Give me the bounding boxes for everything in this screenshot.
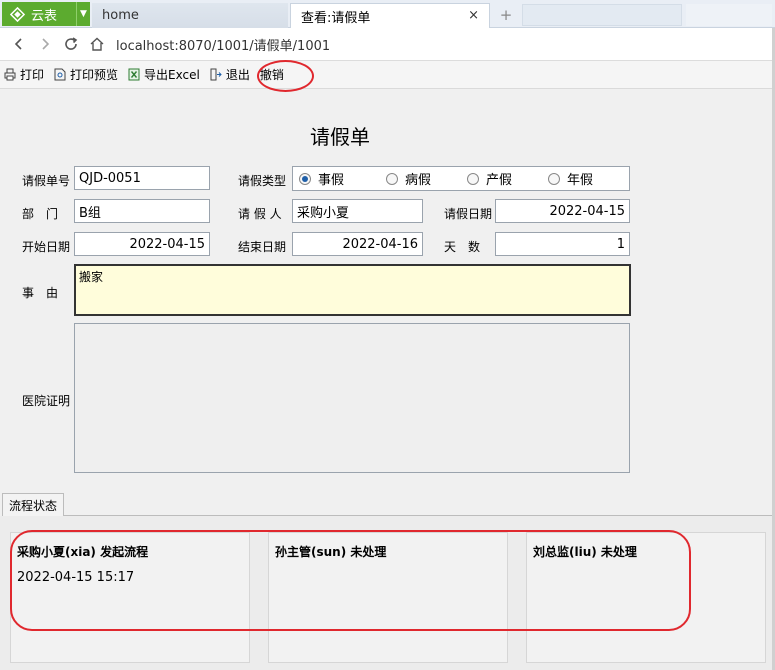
tab-label: home	[102, 8, 139, 23]
toolbar-label: 导出Excel	[144, 68, 200, 82]
print-preview-button[interactable]: 打印预览	[54, 66, 118, 83]
hospital-cert-image-box[interactable]	[74, 323, 630, 473]
refresh-icon	[65, 37, 78, 50]
number-field[interactable]: QJD-0051	[74, 166, 210, 190]
back-button[interactable]	[6, 31, 32, 57]
print-icon	[4, 68, 16, 81]
person-field[interactable]: 采购小夏	[292, 199, 423, 223]
back-arrow-icon	[14, 38, 22, 50]
logo-label: 云表	[31, 8, 58, 24]
end-date-field[interactable]: 2022-04-16	[292, 232, 423, 256]
radio-maternity-leave[interactable]: 产假	[467, 169, 542, 188]
address-bar: localhost:8070/1001/请假单/1001	[0, 28, 775, 61]
radio-unchecked-icon	[386, 172, 398, 185]
label-end: 结束日期	[238, 240, 287, 254]
start-date-field[interactable]: 2022-04-15	[74, 232, 210, 256]
tab-strip-end	[686, 4, 772, 26]
home-icon	[90, 37, 104, 51]
radio-checked-icon	[299, 172, 311, 185]
export-excel-button[interactable]: 导出Excel	[128, 66, 200, 83]
radio-annual-leave[interactable]: 年假	[548, 169, 623, 188]
radio-label: 病假	[405, 173, 432, 188]
close-icon[interactable]: ×	[468, 8, 479, 23]
dept-field[interactable]: B组	[74, 199, 210, 223]
label-days: 天 数	[444, 240, 481, 254]
print-button[interactable]: 打印	[4, 66, 44, 83]
radio-sick-leave[interactable]: 病假	[386, 169, 461, 188]
browser-tab-strip: 云表 ▼ home 查看:请假单 × +	[0, 0, 775, 28]
label-dept: 部 门	[22, 207, 59, 221]
tab-home[interactable]: home	[92, 3, 288, 28]
label-reason: 事 由	[22, 286, 59, 300]
label-type: 请假类型	[238, 174, 287, 188]
exit-icon	[210, 68, 222, 81]
plus-icon: +	[499, 6, 513, 24]
label-person: 请 假 人	[238, 207, 282, 221]
logo-icon	[10, 6, 25, 22]
toolbar-label: 打印	[20, 68, 45, 82]
radio-label: 事假	[318, 173, 345, 188]
excel-icon	[128, 68, 140, 81]
home-button[interactable]	[84, 31, 110, 57]
label-cert: 医院证明	[22, 394, 71, 408]
radio-unchecked-icon	[548, 172, 560, 185]
days-field[interactable]: 1	[495, 232, 630, 256]
toolbar-label: 退出	[225, 68, 250, 82]
annotation-circle	[257, 60, 314, 92]
tab-flow-status[interactable]: 流程状态	[2, 493, 64, 516]
tab-label: 查看:请假单	[301, 10, 371, 26]
print-preview-icon	[54, 68, 66, 81]
radio-unchecked-icon	[467, 172, 479, 185]
forward-button[interactable]	[32, 31, 58, 57]
toolbar-label: 打印预览	[70, 68, 119, 82]
radio-personal-leave[interactable]: 事假	[299, 169, 374, 188]
label-number: 请假单号	[22, 174, 71, 188]
app-menu-button[interactable]: 云表 ▼	[2, 2, 90, 26]
radio-label: 产假	[486, 173, 513, 188]
forward-arrow-icon	[42, 38, 50, 50]
date-field[interactable]: 2022-04-15	[495, 199, 630, 223]
tab-strip-blank	[522, 4, 682, 26]
annotation-rounded-box	[10, 530, 691, 631]
page-title: 请假单	[310, 125, 370, 149]
label-start: 开始日期	[22, 240, 71, 254]
tab-view-leave-form[interactable]: 查看:请假单 ×	[290, 3, 490, 28]
reason-textarea[interactable]: 搬家	[74, 264, 631, 316]
radio-label: 年假	[567, 173, 594, 188]
refresh-button[interactable]	[58, 31, 84, 57]
form-toolbar: 打印 打印预览 导出Excel 退出 撤销	[0, 61, 775, 89]
exit-button[interactable]: 退出	[210, 66, 250, 83]
url-text[interactable]: localhost:8070/1001/请假单/1001	[116, 35, 330, 54]
leave-type-radio-group: 事假 病假 产假 年假	[292, 166, 630, 191]
label-date: 请假日期	[444, 207, 493, 221]
new-tab-button[interactable]: +	[494, 5, 518, 25]
chevron-down-icon[interactable]: ▼	[76, 2, 90, 26]
